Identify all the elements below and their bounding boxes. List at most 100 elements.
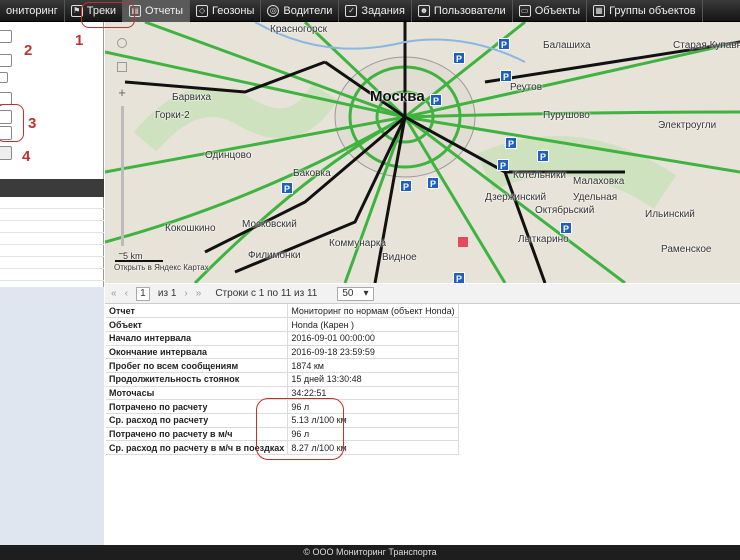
map-label: Пурушово	[543, 110, 590, 121]
list-item[interactable]	[0, 197, 104, 209]
parking-icon[interactable]: P	[497, 159, 509, 171]
parking-icon[interactable]: P	[281, 182, 293, 194]
nav-objects[interactable]: ▭ Объекты	[513, 0, 588, 22]
list-item[interactable]	[0, 221, 104, 233]
report-template-select[interactable]	[0, 30, 12, 43]
table-row[interactable]: Продолжительность стоянок 15 дней 13:30:4…	[106, 372, 459, 387]
report-value: 15 дней 13:30:48	[287, 372, 459, 387]
parking-icon[interactable]: P	[537, 150, 549, 162]
parking-icon[interactable]: P	[400, 180, 412, 192]
page-size-value: 50	[342, 287, 354, 299]
nav-reports-label: Отчеты	[145, 4, 184, 17]
results-header	[0, 179, 104, 197]
map-label: Лыткарино	[518, 234, 569, 245]
table-row[interactable]: Начало интервала 2016-09-01 00:00:00	[106, 331, 459, 346]
parking-icon[interactable]: P	[453, 52, 465, 64]
parking-icon[interactable]: P	[505, 137, 517, 149]
map-type-icon[interactable]	[117, 62, 127, 72]
list-item[interactable]	[0, 269, 104, 281]
next-page-icon[interactable]: ›	[184, 288, 187, 299]
prev-page-icon[interactable]: ‹	[125, 288, 128, 299]
nav-geozones[interactable]: ◇ Геозоны	[190, 0, 262, 22]
map-label: Баковка	[293, 168, 331, 179]
page-count: из 1	[157, 288, 177, 299]
list-item[interactable]	[0, 209, 104, 221]
object-select[interactable]	[0, 54, 12, 67]
map-label: Видное	[382, 252, 417, 263]
bus-icon: ▭	[518, 4, 531, 17]
list-item[interactable]	[0, 245, 104, 257]
annotation-ring-consumption	[256, 398, 344, 460]
rows-info: Строки с 1 по 11 из 11	[215, 288, 318, 299]
map-label: Балашиха	[543, 40, 591, 51]
map-label: Ильинский	[645, 209, 695, 220]
page-number-input[interactable]: 1	[135, 286, 150, 301]
pager: « ‹ 1 из 1 › » Строки с 1 по 11 из 11 50…	[105, 284, 740, 304]
table-row[interactable]: Окончание интервала 2016-09-18 23:59:59	[106, 345, 459, 360]
map-label: Малаховка	[573, 176, 625, 187]
table-row[interactable]: Пробег по всем сообщениям 1874 км	[106, 358, 459, 373]
annotation-1: 1	[75, 32, 84, 49]
map-view[interactable]: Москва Красногорск Балашиха Старая Купав…	[105, 22, 740, 283]
map-label: Удельная	[573, 192, 618, 203]
report-value: 2016-09-18 23:59:59	[287, 345, 459, 360]
map-label: Кокошкино	[165, 223, 216, 234]
list-item[interactable]	[0, 257, 104, 269]
nav-drivers-label: Водители	[283, 4, 333, 17]
map-label: Раменское	[661, 244, 712, 255]
parking-icon[interactable]: P	[427, 177, 439, 189]
map-label: Филимонки	[248, 250, 301, 261]
report-key: Продолжительность стоянок	[106, 372, 289, 387]
first-page-icon[interactable]: «	[111, 288, 117, 299]
left-panel-empty-area	[0, 287, 104, 545]
report-key: Отчет	[106, 304, 289, 319]
layers-icon[interactable]	[117, 38, 127, 48]
report-key: Объект	[106, 317, 289, 332]
groups-icon: ▦	[593, 4, 606, 17]
parking-icon[interactable]: P	[560, 222, 572, 234]
map-label: Барвиха	[172, 92, 212, 103]
report-value: Мониторинг по нормам (объект Honda)	[287, 304, 459, 319]
annotation-ring-reports	[81, 2, 135, 28]
parking-icon[interactable]: P	[430, 94, 442, 106]
map-label: Красногорск	[270, 24, 327, 35]
parking-icon[interactable]: P	[453, 272, 465, 283]
nav-monitoring-label: ониторинг	[6, 4, 58, 17]
list-item[interactable]	[0, 233, 104, 245]
nav-tasks[interactable]: ✓ Задания	[339, 0, 412, 22]
map-label: Старая Купавна	[673, 40, 740, 51]
report-key: Окончание интервала	[106, 345, 289, 360]
annotation-3: 3	[28, 115, 37, 132]
zoom-slider[interactable]	[121, 106, 124, 246]
task-icon: ✓	[345, 4, 358, 17]
page-size-select[interactable]: 50 ▾	[337, 286, 374, 301]
map-label: Коммунарка	[329, 238, 387, 249]
annotation-ring-interval	[0, 104, 24, 142]
geozone-icon: ◇	[196, 4, 209, 17]
nav-geozones-label: Геозоны	[212, 4, 255, 17]
parking-icon[interactable]: P	[500, 70, 512, 82]
map-roads	[105, 22, 740, 283]
last-page-icon[interactable]: »	[196, 288, 202, 299]
map-label: Октябрьский	[535, 205, 595, 216]
nav-drivers[interactable]: ◎ Водители	[261, 0, 340, 22]
annotation-2: 2	[24, 42, 33, 59]
report-value: 2016-09-01 00:00:00	[287, 331, 459, 346]
param-field[interactable]	[0, 72, 8, 83]
zoom-in-button[interactable]: +	[115, 86, 129, 100]
map-scale-bar	[115, 260, 163, 262]
map-label: Горки-2	[155, 110, 190, 121]
nav-object-groups[interactable]: ▦ Группы объектов	[587, 0, 703, 22]
left-panel	[0, 22, 104, 545]
parking-icon[interactable]: P	[498, 38, 510, 50]
nav-monitoring[interactable]: ониторинг	[0, 0, 65, 22]
map-label: Московский	[242, 219, 297, 230]
steering-wheel-icon: ◎	[267, 4, 280, 17]
open-in-yandex-link[interactable]: Открыть в Яндекс Картах	[114, 263, 209, 272]
nav-tasks-label: Задания	[361, 4, 405, 17]
user-icon: ☻	[417, 4, 430, 17]
table-row[interactable]: Отчет Мониторинг по нормам (объект Honda)	[106, 304, 459, 319]
table-row[interactable]: Объект Honda (Карен )	[106, 317, 459, 332]
nav-users[interactable]: ☻ Пользователи	[412, 0, 513, 22]
execute-report-button[interactable]	[0, 146, 12, 160]
